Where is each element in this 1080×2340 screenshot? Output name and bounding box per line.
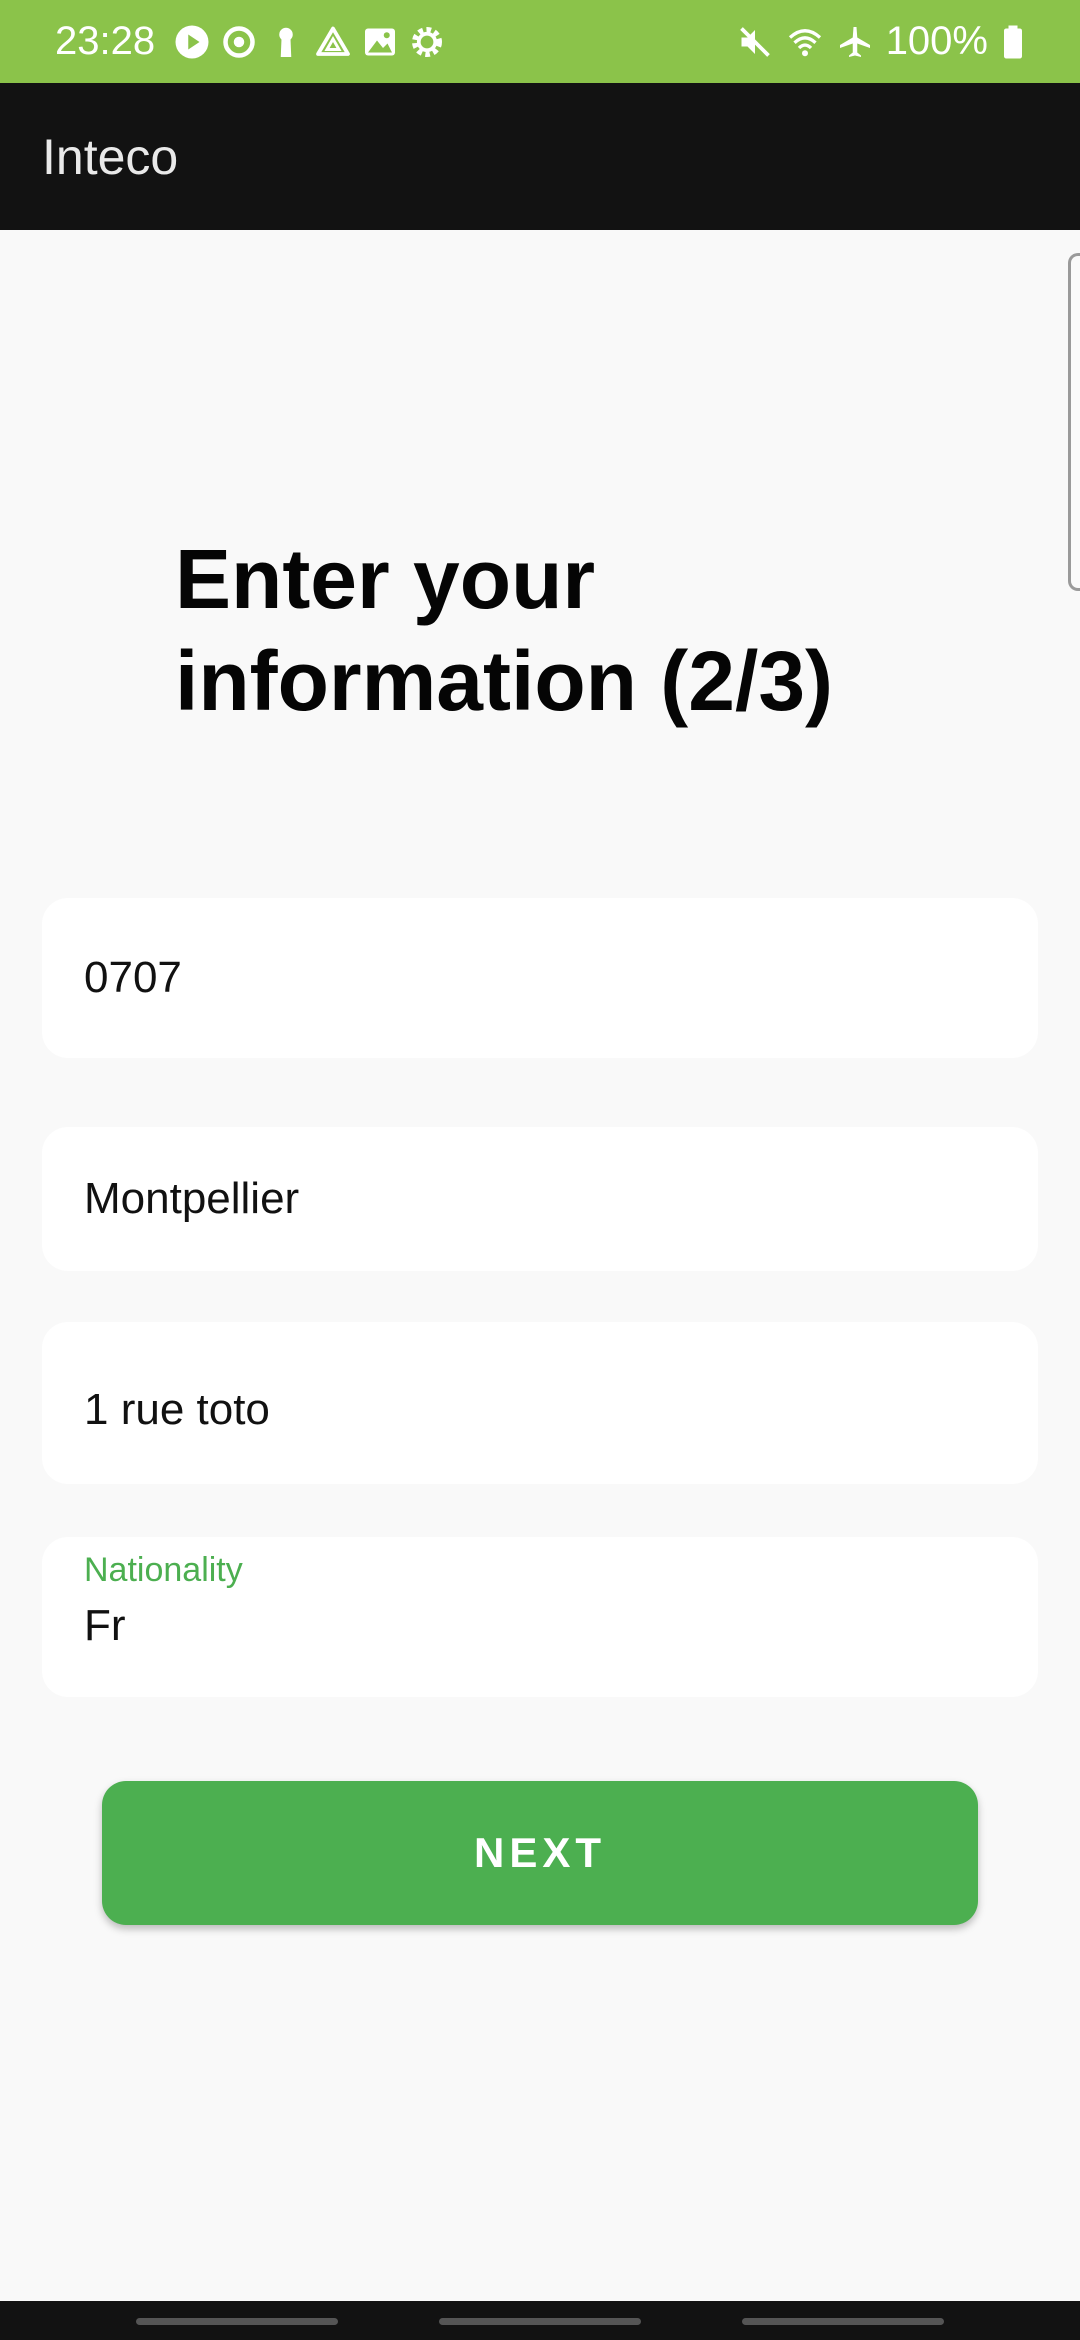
navigation-bar (0, 2301, 1080, 2340)
nav-home-handle[interactable] (439, 2318, 641, 2325)
next-button[interactable]: NEXT (102, 1781, 978, 1925)
nav-back-handle[interactable] (742, 2318, 944, 2325)
wifi-icon (786, 23, 824, 61)
status-time: 23:28 (55, 19, 156, 63)
status-bar: 23:28 100% (0, 0, 1080, 83)
scroll-indicator[interactable] (1068, 253, 1080, 591)
city-value: Montpellier (84, 1174, 300, 1223)
nationality-label: Nationality (84, 1551, 243, 1589)
airplane-icon (836, 23, 874, 61)
nationality-field[interactable]: Nationality Fr (42, 1537, 1038, 1697)
address-value: 1 rue toto (84, 1385, 270, 1434)
postal-code-field[interactable]: 0707 (42, 898, 1038, 1058)
nationality-value: Fr (84, 1601, 126, 1650)
image-icon (361, 23, 399, 61)
battery-percent: 100% (885, 19, 988, 63)
app-bar: Inteco (0, 83, 1080, 230)
settings-icon (408, 23, 446, 61)
play-icon (173, 23, 211, 61)
sync-icon (220, 23, 258, 61)
nav-recent-handle[interactable] (136, 2318, 338, 2325)
page-title: Enter your information (2/3) (175, 532, 834, 728)
address-field[interactable]: 1 rue toto (42, 1322, 1038, 1484)
app-title: Inteco (42, 128, 179, 185)
mute-icon (736, 23, 774, 61)
keyhole-icon (267, 23, 305, 61)
battery-icon (994, 23, 1032, 61)
drive-icon (314, 23, 352, 61)
postal-code-value: 0707 (84, 953, 182, 1002)
status-left: 23:28 (55, 19, 455, 64)
city-field[interactable]: Montpellier (42, 1127, 1038, 1271)
status-right: 100% (730, 19, 1038, 64)
